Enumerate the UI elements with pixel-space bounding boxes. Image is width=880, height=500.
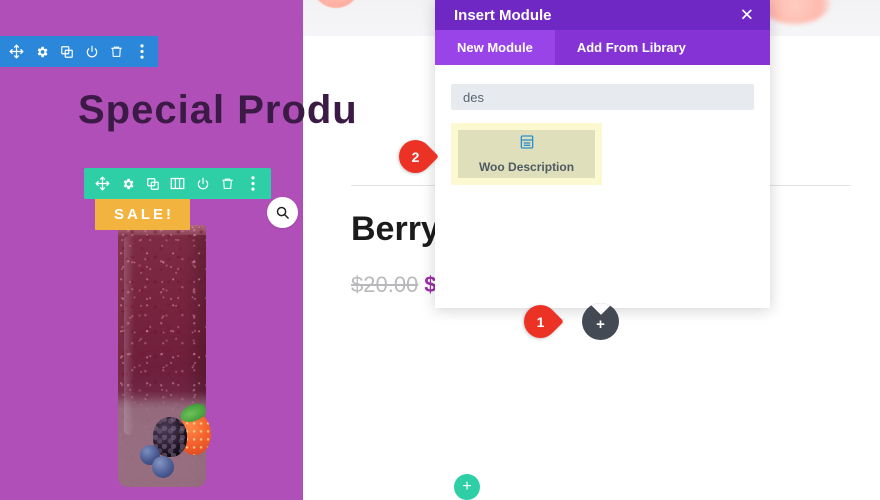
price-original: $20.00 [351, 272, 419, 297]
search-icon[interactable] [267, 197, 298, 228]
more-options-icon[interactable] [240, 168, 265, 199]
blueberry [152, 456, 174, 478]
section-settings-toolbar[interactable] [0, 36, 158, 67]
insert-module-handle[interactable]: + [582, 303, 619, 340]
add-module-button[interactable]: + [454, 474, 480, 500]
search-input[interactable] [451, 84, 754, 110]
power-icon[interactable] [190, 168, 215, 199]
module-card-highlight: Woo Description [451, 123, 602, 185]
modal-tabs: New Module Add From Library [435, 30, 770, 65]
move-icon[interactable] [4, 36, 29, 67]
annotation-marker-1: 1 [517, 298, 570, 345]
page-title: Special Produ [78, 88, 358, 132]
gear-icon[interactable] [115, 168, 140, 199]
tab-add-from-library[interactable]: Add From Library [555, 30, 708, 65]
close-icon[interactable]: ✕ [740, 7, 754, 24]
modal-body: Woo Description [435, 65, 770, 185]
annotation-marker-2: 2 [392, 133, 445, 180]
module-results: Woo Description [451, 123, 754, 185]
duplicate-icon[interactable] [140, 168, 165, 199]
marker-number: 2 [411, 148, 420, 165]
module-settings-toolbar[interactable] [84, 168, 271, 199]
status-badge: SALE! [95, 199, 190, 230]
product-price: $20.00 $ [351, 272, 437, 298]
trash-icon[interactable] [104, 36, 129, 67]
insert-module-modal: Insert Module ✕ New Module Add From Libr… [435, 0, 770, 308]
description-module-icon [519, 134, 535, 155]
modal-title: Insert Module [454, 6, 552, 24]
module-woo-description[interactable]: Woo Description [458, 130, 595, 178]
modal-header: Insert Module ✕ [435, 0, 770, 30]
product-image [118, 225, 218, 500]
module-card-label: Woo Description [478, 160, 575, 174]
duplicate-icon[interactable] [54, 36, 79, 67]
tab-new-module[interactable]: New Module [435, 30, 555, 65]
power-icon[interactable] [79, 36, 104, 67]
gear-icon[interactable] [29, 36, 54, 67]
product-title: Berry [351, 210, 440, 248]
handle-notch [587, 303, 614, 315]
move-icon[interactable] [90, 168, 115, 199]
trash-icon[interactable] [215, 168, 240, 199]
plus-icon: + [596, 316, 605, 333]
screenshot-stage: Special Produ SALE! Berry $20.00 $ + + I… [0, 0, 880, 500]
columns-icon[interactable] [165, 168, 190, 199]
marker-number: 1 [536, 313, 545, 330]
more-options-icon[interactable] [129, 36, 154, 67]
